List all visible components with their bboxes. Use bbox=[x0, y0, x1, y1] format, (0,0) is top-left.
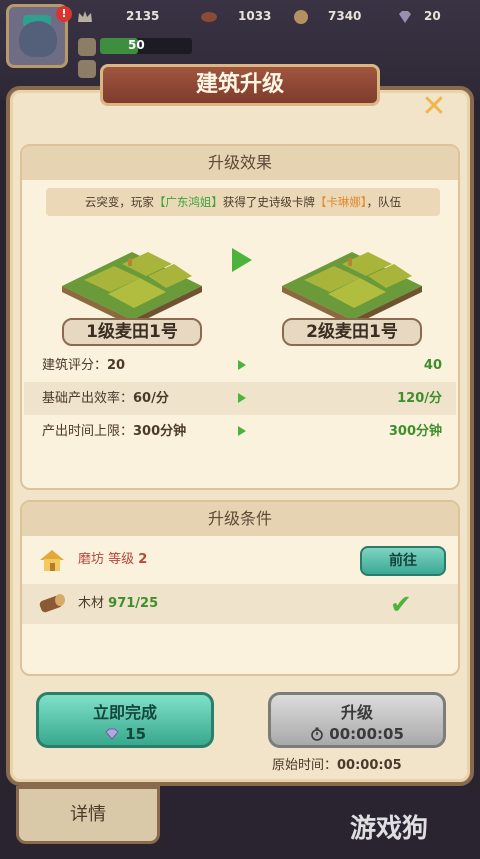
marquee-player: 【广东鸿姐】 bbox=[153, 195, 223, 209]
wheat-field-lv1-image bbox=[62, 252, 202, 322]
level-bar: 50 bbox=[100, 38, 192, 54]
stat-to: 40 bbox=[423, 358, 442, 373]
stat-label: 建筑评分： bbox=[42, 358, 108, 373]
dialog-title: 建筑升级 bbox=[100, 64, 380, 106]
alert-badge[interactable]: ! bbox=[56, 6, 72, 22]
upgrade-button[interactable]: 升级 00:00:05 bbox=[268, 692, 446, 748]
avatar-face bbox=[19, 21, 57, 57]
marquee-card: 【卡琳娜】 bbox=[314, 195, 367, 209]
marquee-suffix: ，队伍 bbox=[366, 195, 402, 209]
stat-row-score: 建筑评分：20 40 bbox=[24, 349, 456, 382]
stat-from: 20 bbox=[107, 358, 126, 373]
condition-name: 木材 bbox=[78, 596, 105, 611]
watermark-text: 游戏狗 bbox=[350, 814, 429, 844]
stat-row-time-limit: 产出时间上限：300分钟 300分钟 bbox=[24, 415, 456, 448]
upgrade-effect-header: 升级效果 bbox=[22, 146, 458, 180]
instant-complete-cost: 15 bbox=[125, 725, 147, 743]
upgrade-arrow-icon bbox=[232, 248, 252, 272]
upgrade-label: 升级 bbox=[340, 703, 373, 722]
marquee-prefix: 云突变，玩家 bbox=[84, 195, 154, 209]
house-icon bbox=[40, 550, 64, 571]
wheat-field-lv2-image bbox=[282, 252, 422, 322]
upgrade-conditions-header: 升级条件 bbox=[22, 502, 458, 536]
crown-icon bbox=[78, 11, 92, 22]
stat-from: 300分钟 bbox=[133, 424, 187, 439]
to-building-name: 2级麦田1号 bbox=[282, 318, 422, 346]
stat-from: 60/分 bbox=[133, 391, 169, 406]
coin-icon bbox=[294, 10, 308, 24]
crown-value: 2135 bbox=[126, 9, 160, 23]
close-icon[interactable]: ✕ bbox=[418, 92, 450, 124]
rugby-ball-icon bbox=[201, 12, 217, 22]
stat-label: 基础产出效率： bbox=[42, 391, 134, 406]
stat-to: 120/分 bbox=[397, 391, 442, 406]
instant-complete-button[interactable]: 立即完成 15 bbox=[36, 692, 214, 748]
check-icon: ✔ bbox=[390, 590, 412, 620]
condition-value: 2 bbox=[138, 552, 148, 567]
stopwatch-icon bbox=[311, 727, 323, 741]
rugby-value: 1033 bbox=[238, 9, 272, 23]
original-time-label: 原始时间： bbox=[272, 758, 338, 773]
condition-name: 磨坊 等级 bbox=[78, 552, 135, 567]
stat-label: 产出时间上限： bbox=[42, 424, 134, 439]
goto-button[interactable]: 前往 bbox=[360, 546, 446, 576]
announcement-marquee: 云突变，玩家【广东鸿姐】获得了史诗级卡牌【卡琳娜】，队伍 bbox=[46, 188, 440, 216]
details-tab[interactable]: 详情 bbox=[16, 786, 160, 844]
marquee-mid: 获得了史诗级卡牌 bbox=[222, 195, 315, 209]
gem-icon bbox=[399, 11, 411, 23]
stat-row-efficiency: 基础产出效率：60/分 120/分 bbox=[24, 382, 456, 415]
stat-arrow-icon bbox=[238, 426, 246, 436]
instant-complete-label: 立即完成 bbox=[92, 703, 157, 722]
stat-to: 300分钟 bbox=[388, 424, 442, 439]
stat-arrow-icon bbox=[238, 393, 246, 403]
upgrade-time: 00:00:05 bbox=[329, 725, 404, 743]
population-icon bbox=[78, 38, 96, 56]
original-time: 原始时间：00:00:05 bbox=[272, 754, 402, 773]
gem-icon bbox=[105, 728, 119, 740]
coin-value: 7340 bbox=[328, 9, 362, 23]
condition-value: 971/25 bbox=[108, 596, 159, 611]
gem-value: 20 bbox=[424, 9, 441, 23]
stat-arrow-icon bbox=[238, 360, 246, 370]
storage-icon bbox=[78, 60, 96, 78]
from-building-name: 1级麦田1号 bbox=[62, 318, 202, 346]
original-time-value: 00:00:05 bbox=[337, 758, 402, 773]
wood-log-icon bbox=[39, 594, 65, 613]
level-value: 50 bbox=[128, 38, 145, 52]
